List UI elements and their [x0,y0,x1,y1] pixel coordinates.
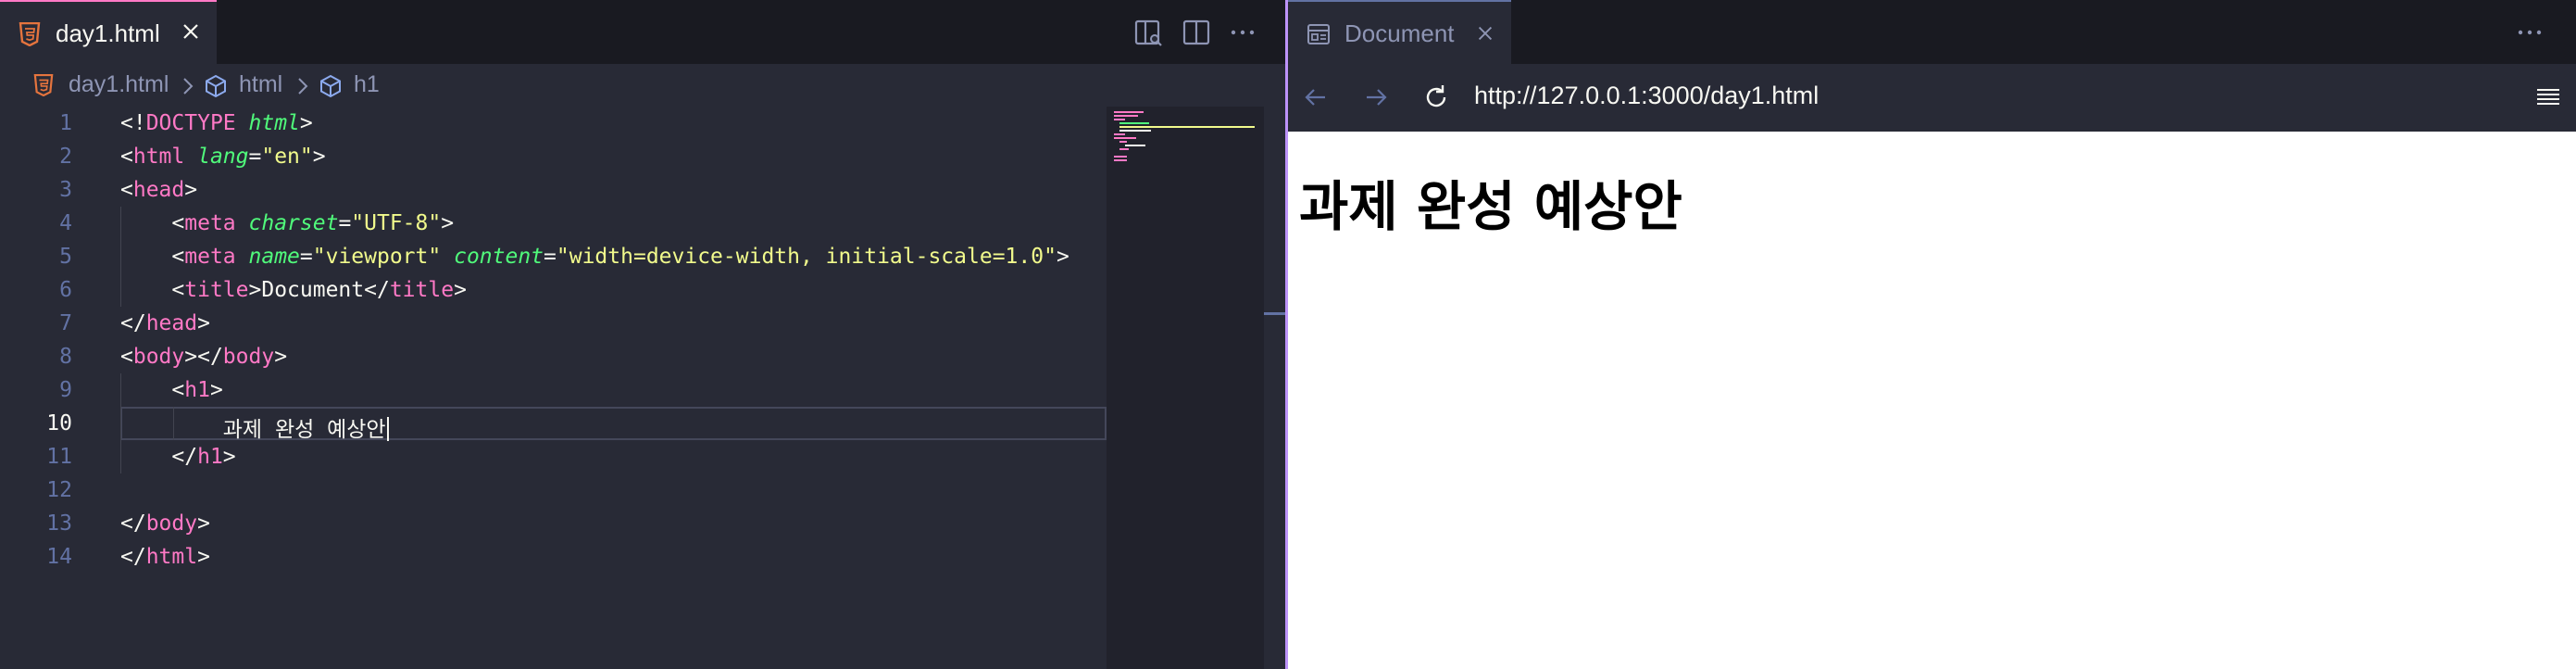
code-line[interactable]: 2 <html lang="en"> [0,140,1107,173]
symbol-element-icon [320,74,341,98]
close-tab-icon[interactable] [180,20,202,43]
browser-tab-label: Document [1344,19,1455,47]
line-number: 12 [46,478,72,502]
code-editor-pane: day1.html day1.html html h1 1 <!DOCTYPE … [0,0,1285,669]
close-tab-icon[interactable] [1475,23,1495,44]
minimap[interactable] [1107,107,1264,669]
code-line[interactable]: 4 <meta charset="UTF-8"> [0,207,1107,240]
line-number: 13 [46,511,72,536]
line-number: 3 [59,178,72,202]
minimap-preview [1114,111,1255,161]
code-line[interactable]: 11 </h1> [0,440,1107,473]
editor-tab-bar: day1.html [0,0,1285,64]
indent-guide [120,207,121,307]
html5-file-icon [33,74,54,96]
code-line[interactable]: 1 <!DOCTYPE html> [0,107,1107,140]
code-text: <meta charset="UTF-8"> [120,211,455,235]
code-line[interactable]: 9 <h1> [0,373,1107,407]
code-line[interactable]: 6 <title>Document</title> [0,273,1107,307]
line-number: 7 [59,311,72,335]
reload-icon[interactable] [1419,81,1453,114]
more-actions-icon[interactable] [1226,16,1259,49]
line-number: 8 [59,345,72,369]
code-text: </html> [120,545,210,569]
indent-guide [120,373,121,473]
breadcrumb: day1.html html h1 [0,64,1285,107]
line-number: 14 [46,545,72,569]
scrollbar-cursor-marker [1264,312,1285,315]
preview-icon [1307,24,1330,44]
forward-arrow-icon[interactable] [1359,81,1393,114]
browser-tab-document[interactable]: Document [1288,0,1511,64]
back-arrow-icon[interactable] [1299,81,1332,114]
code-line[interactable]: 13 </body> [0,507,1107,540]
indent-guide [173,407,174,440]
editor-scrollbar[interactable] [1264,107,1285,669]
line-number: 2 [59,145,72,169]
page-heading: 과제 완성 예상안 [1299,175,1682,238]
editor-tab-day1-html[interactable]: day1.html [0,0,217,64]
line-number: 1 [59,111,72,135]
line-number: 4 [59,211,72,235]
code-text: <!DOCTYPE html> [120,111,313,135]
breadcrumb-item-html[interactable]: html [239,71,282,98]
code-line[interactable]: 12 [0,473,1107,507]
browser-tab-bar: Document [1288,0,2576,64]
split-editor-icon[interactable] [1180,16,1213,49]
code-line[interactable]: 8 <body></body> [0,340,1107,373]
code-area[interactable]: 1 <!DOCTYPE html> 2 <html lang="en"> 3 <head>… [0,107,1107,669]
code-text: <head> [120,178,198,202]
code-line[interactable]: 3 <head> [0,173,1107,207]
line-number: 9 [59,378,72,402]
line-number: 10 [46,411,72,435]
code-text: <title>Document</title> [120,278,467,302]
code-text: </body> [120,511,210,536]
code-text: </h1> [120,445,236,469]
code-line[interactable]: 7 </head> [0,307,1107,340]
code-text: </head> [120,311,210,335]
breadcrumb-item-file[interactable]: day1.html [69,71,169,98]
text-cursor [386,417,389,441]
code-line[interactable]: 5 <meta name="viewport" content="width=d… [0,240,1107,273]
address-bar-url[interactable]: http://127.0.0.1:3000/day1.html [1474,82,1819,110]
code-text: <html lang="en"> [120,145,326,169]
code-line[interactable]: 10 과제 완성 예상안 [0,407,1107,443]
code-text: <h1> [120,378,223,402]
editor-tab-label: day1.html [56,19,160,47]
breadcrumb-item-h1[interactable]: h1 [354,71,380,98]
chevron-right-icon [183,78,194,95]
open-preview-icon[interactable] [1132,16,1165,49]
code-text: 과제 완성 예상안 [120,411,389,443]
browser-preview-pane: Document http://127.0.0.1:3000/day1.html… [1288,0,2576,669]
browser-toolbar: http://127.0.0.1:3000/day1.html [1288,64,2576,132]
more-actions-icon[interactable] [2513,16,2546,49]
code-line[interactable]: 14 </html> [0,540,1107,574]
symbol-element-icon [206,74,226,98]
menu-icon[interactable] [2532,81,2565,114]
code-text: <meta name="viewport" content="width=dev… [120,245,1069,269]
code-text: <body></body> [120,345,288,369]
html5-file-icon [19,22,41,46]
chevron-right-icon [298,78,308,95]
line-number: 11 [46,445,72,469]
line-number: 6 [59,278,72,302]
line-number: 5 [59,245,72,269]
